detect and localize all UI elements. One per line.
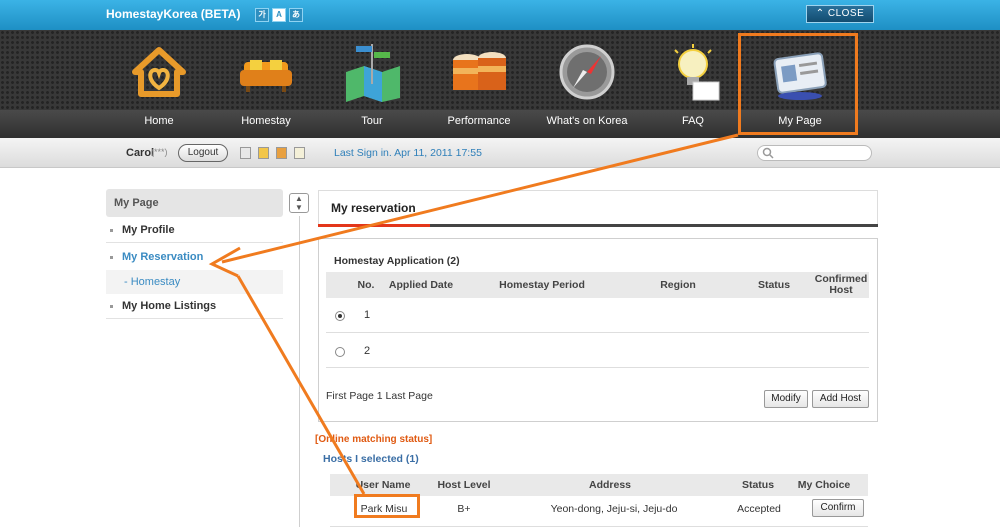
nav-item-faq[interactable]: FAQ [643,30,743,138]
column-header-applied-date: Applied Date [388,278,454,291]
column-header-confirmed-host: Confirmed Host [814,273,868,296]
sofa-icon [240,60,292,92]
chevron-up-icon: ⌃ [815,8,825,19]
column-header-status: Status [741,479,775,491]
table-row [326,333,869,368]
row-number: 2 [364,345,371,357]
close-button[interactable]: ⌃ CLOSE [806,5,874,23]
column-header-host-level: Host Level [437,479,491,491]
nav-label-tour: Tour [361,115,383,127]
close-label: CLOSE [827,8,865,19]
nav-label-home: Home [144,115,174,127]
map-icon [346,44,400,102]
my-page-annotation-box [738,33,858,135]
confirm-button[interactable]: Confirm [812,499,864,517]
user-name: Carol [126,147,155,159]
add-host-button[interactable]: Add Host [812,390,869,408]
app-title: HomestayKorea (BETA) [106,7,241,21]
font-size-japanese-button[interactable]: あ [289,8,303,22]
nav-label-faq: FAQ [681,115,704,127]
bullet-icon [110,229,113,232]
home-icon [132,47,186,97]
sidebar-divider [299,216,300,527]
sidebar-item-my-reservation[interactable]: My Reservation [106,245,283,270]
lightbulb-icon [674,44,720,101]
row-number: 1 [364,309,371,321]
nav-item-home[interactable]: Home [109,30,209,138]
bullet-icon [110,305,113,308]
profile-card-icon[interactable] [240,147,251,159]
row-select-radio[interactable] [335,347,345,357]
modify-button[interactable]: Modify [764,390,808,408]
nav-item-homestay[interactable]: Homestay [216,30,316,138]
nav-item-performance[interactable]: Performance [429,30,529,138]
hosts-selected-title: Hosts I selected (1) [323,453,419,465]
pagination: First Page 1 Last Page [326,390,433,402]
font-size-korean-button[interactable]: 가 [255,8,269,22]
column-header-no: No. [357,278,375,291]
nav-item-whats-on-korea[interactable]: What's on Korea [537,30,637,138]
sidebar-item-my-profile[interactable]: My Profile [106,218,283,243]
nav-item-tour[interactable]: Tour [322,30,422,138]
page-title: My reservation [318,190,878,226]
nav-label-homestay: Homestay [241,115,291,127]
bullet-icon [110,256,113,259]
column-header-region: Region [660,278,696,291]
column-header-my-choice: My Choice [797,479,851,491]
sidebar-item-label: My Home Listings [122,300,217,312]
park-misu-annotation-box [354,494,420,518]
sidebar-header: My Page [106,189,283,217]
note-icon[interactable] [294,147,305,159]
last-signin: Last Sign in. Apr 11, 2011 17:55 [334,147,482,159]
row-select-radio[interactable] [335,311,345,321]
sidebar-item-label: My Profile [122,224,175,236]
sidebar-item-label: My Reservation [122,251,204,263]
online-matching-status-label: [Online matching status] [315,434,433,445]
logout-button[interactable]: Logout [178,144,228,162]
search-input[interactable] [757,145,872,161]
sidebar-subitem-homestay[interactable]: - Homestay [106,270,283,294]
application-title: Homestay Application (2) [334,255,460,267]
nav-label-whats-on-korea: What's on Korea [546,115,628,127]
column-header-status: Status [757,278,791,291]
host-level: B+ [457,503,471,515]
drum-icon [453,52,506,90]
column-header-address: Address [588,479,631,491]
compass-icon [559,44,615,100]
table-row [326,298,869,333]
mailbox-icon[interactable] [276,147,287,159]
search-icon [762,147,774,159]
sidebar-toggle-button[interactable]: ▲ ▼ [289,193,309,213]
column-header-homestay-period: Homestay Period [499,278,585,291]
last-signin-value: Apr 11, 2011 17:55 [394,147,482,159]
document-icon[interactable] [258,147,269,159]
font-size-english-button[interactable]: A [272,8,286,22]
sidebar-item-my-home-listings[interactable]: My Home Listings [106,294,283,319]
column-header-user-name: User Name [355,479,411,491]
nav-label-performance: Performance [447,115,511,127]
host-status: Accepted [737,503,781,515]
title-accent-line [318,224,430,227]
last-signin-label: Last Sign in. [334,147,392,159]
host-address: Yeon-dong, Jeju-si, Jeju-do [550,503,678,515]
user-masked-id: (***) [151,147,168,157]
